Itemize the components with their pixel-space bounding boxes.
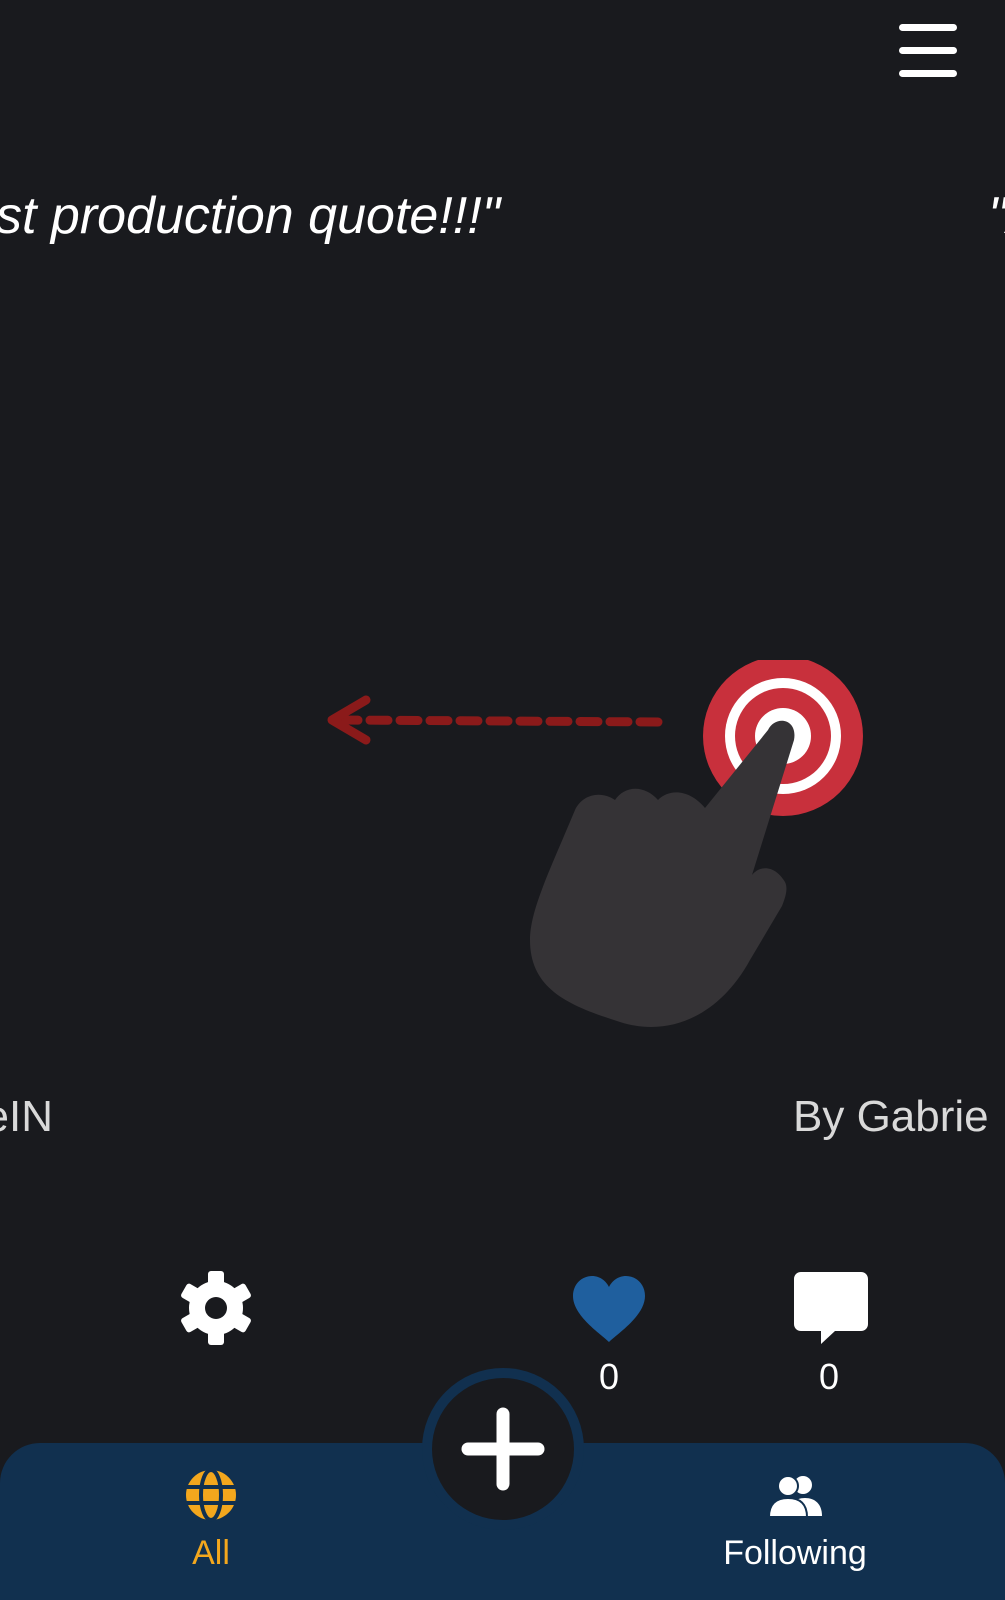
tab-all-label: All bbox=[192, 1534, 230, 1572]
globe-icon bbox=[186, 1468, 236, 1522]
gear-icon bbox=[181, 1271, 251, 1345]
hamburger-menu-icon bbox=[899, 24, 957, 31]
next-quote-text: "A bbox=[988, 190, 1005, 242]
people-icon bbox=[767, 1475, 822, 1518]
menu-button[interactable] bbox=[893, 20, 963, 82]
hamburger-menu-icon bbox=[899, 47, 957, 54]
pointing-hand-icon bbox=[530, 720, 795, 1027]
comment-button[interactable] bbox=[793, 1272, 869, 1348]
tab-following[interactable]: Following bbox=[695, 1468, 895, 1578]
like-count: 0 bbox=[598, 1356, 620, 1397]
settings-button[interactable] bbox=[178, 1270, 254, 1346]
plus-icon bbox=[461, 1407, 545, 1491]
quote-author: eIN bbox=[0, 1095, 53, 1139]
hamburger-menu-icon bbox=[899, 70, 957, 77]
tab-all[interactable]: All bbox=[111, 1468, 311, 1578]
quote-text: st production quote!!!" bbox=[0, 187, 501, 245]
next-quote-author: By Gabrie bbox=[793, 1092, 989, 1141]
swipe-left-arrow-icon bbox=[327, 695, 665, 745]
comment-icon bbox=[794, 1272, 868, 1344]
add-quote-button[interactable] bbox=[432, 1378, 574, 1520]
swipe-tutorial-overlay bbox=[320, 656, 880, 1045]
comment-count: 0 bbox=[818, 1356, 840, 1397]
heart-icon bbox=[573, 1276, 645, 1342]
tab-following-label: Following bbox=[723, 1534, 867, 1572]
like-button[interactable] bbox=[571, 1276, 647, 1344]
swipe-gesture-illustration bbox=[327, 656, 863, 1027]
